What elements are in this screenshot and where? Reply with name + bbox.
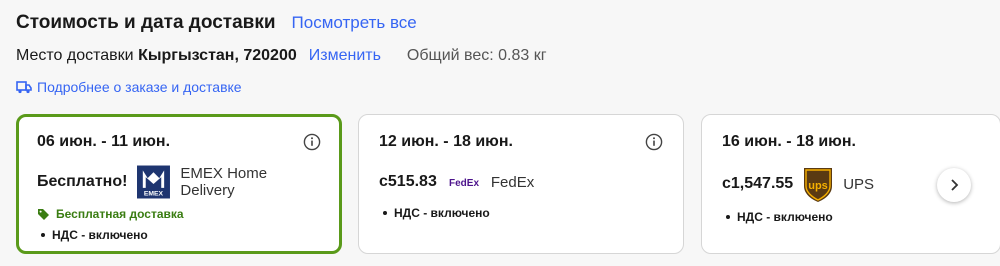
bullet-icon	[41, 233, 45, 237]
svg-text:ups: ups	[808, 180, 828, 192]
location-text: Место доставки Кыргызстан, 720200	[16, 47, 297, 65]
delivery-date: 16 июн. - 18 июн.	[722, 133, 856, 150]
delivery-location: Место доставки Кыргызстан, 720200 Измени…	[16, 47, 547, 65]
info-icon[interactable]	[645, 133, 663, 151]
svg-text:EMEX: EMEX	[144, 191, 164, 198]
vat-note: НДС - включено	[37, 228, 321, 242]
free-shipping-note: Бесплатная доставка	[37, 207, 321, 221]
free-shipping-label: Бесплатная доставка	[56, 207, 184, 221]
vat-label: НДС - включено	[52, 228, 148, 242]
vat-label: НДС - включено	[394, 206, 490, 220]
vat-label: НДС - включено	[737, 210, 833, 224]
svg-text:FedEx: FedEx	[449, 178, 479, 189]
vat-note: НДС - включено	[379, 206, 663, 220]
carrier-name: FedEx	[490, 173, 535, 191]
shipping-option-card[interactable]: 12 июн. - 18 июн. c515.83 FedEx FedEx НД…	[358, 114, 684, 254]
see-all-link[interactable]: Посмотреть все	[292, 13, 417, 33]
section-title: Стоимость и дата доставки	[16, 12, 276, 33]
fedex-logo-icon: FedEx	[449, 178, 479, 189]
shipping-price: c515.83	[379, 173, 437, 190]
ups-logo-icon: ups	[804, 168, 833, 202]
carrier-name: UPS	[843, 175, 875, 193]
shipping-option-card[interactable]: 06 июн. - 11 июн. Бесплатно! EMEX EMEX H…	[16, 114, 342, 254]
delivery-date: 12 июн. - 18 июн.	[379, 133, 513, 150]
chevron-right-icon	[951, 179, 959, 191]
emex-logo-icon: EMEX	[137, 165, 171, 199]
order-details-label: Подробнее о заказе и доставке	[37, 79, 242, 95]
total-weight: Общий вес: 0.83 кг	[406, 47, 547, 64]
order-details-link[interactable]: Подробнее о заказе и доставке	[16, 79, 242, 95]
location-value: Кыргызстан, 720200	[138, 47, 297, 64]
next-button[interactable]	[937, 168, 971, 202]
section-header: Стоимость и дата доставки Посмотреть все	[16, 12, 417, 34]
location-label: Место доставки	[16, 47, 134, 64]
carrier-name: EMEX Home Delivery	[180, 165, 268, 199]
shipping-price: c1,547.55	[722, 175, 794, 192]
vat-note: НДС - включено	[722, 210, 980, 224]
info-icon[interactable]	[303, 133, 321, 151]
tag-icon	[38, 208, 49, 220]
delivery-date: 06 июн. - 11 июн.	[37, 133, 171, 150]
change-location-link[interactable]: Изменить	[309, 47, 381, 65]
shipping-price: Бесплатно!	[37, 173, 128, 190]
delivery-truck-icon	[16, 81, 32, 94]
bullet-icon	[383, 211, 387, 215]
bullet-icon	[726, 215, 730, 219]
